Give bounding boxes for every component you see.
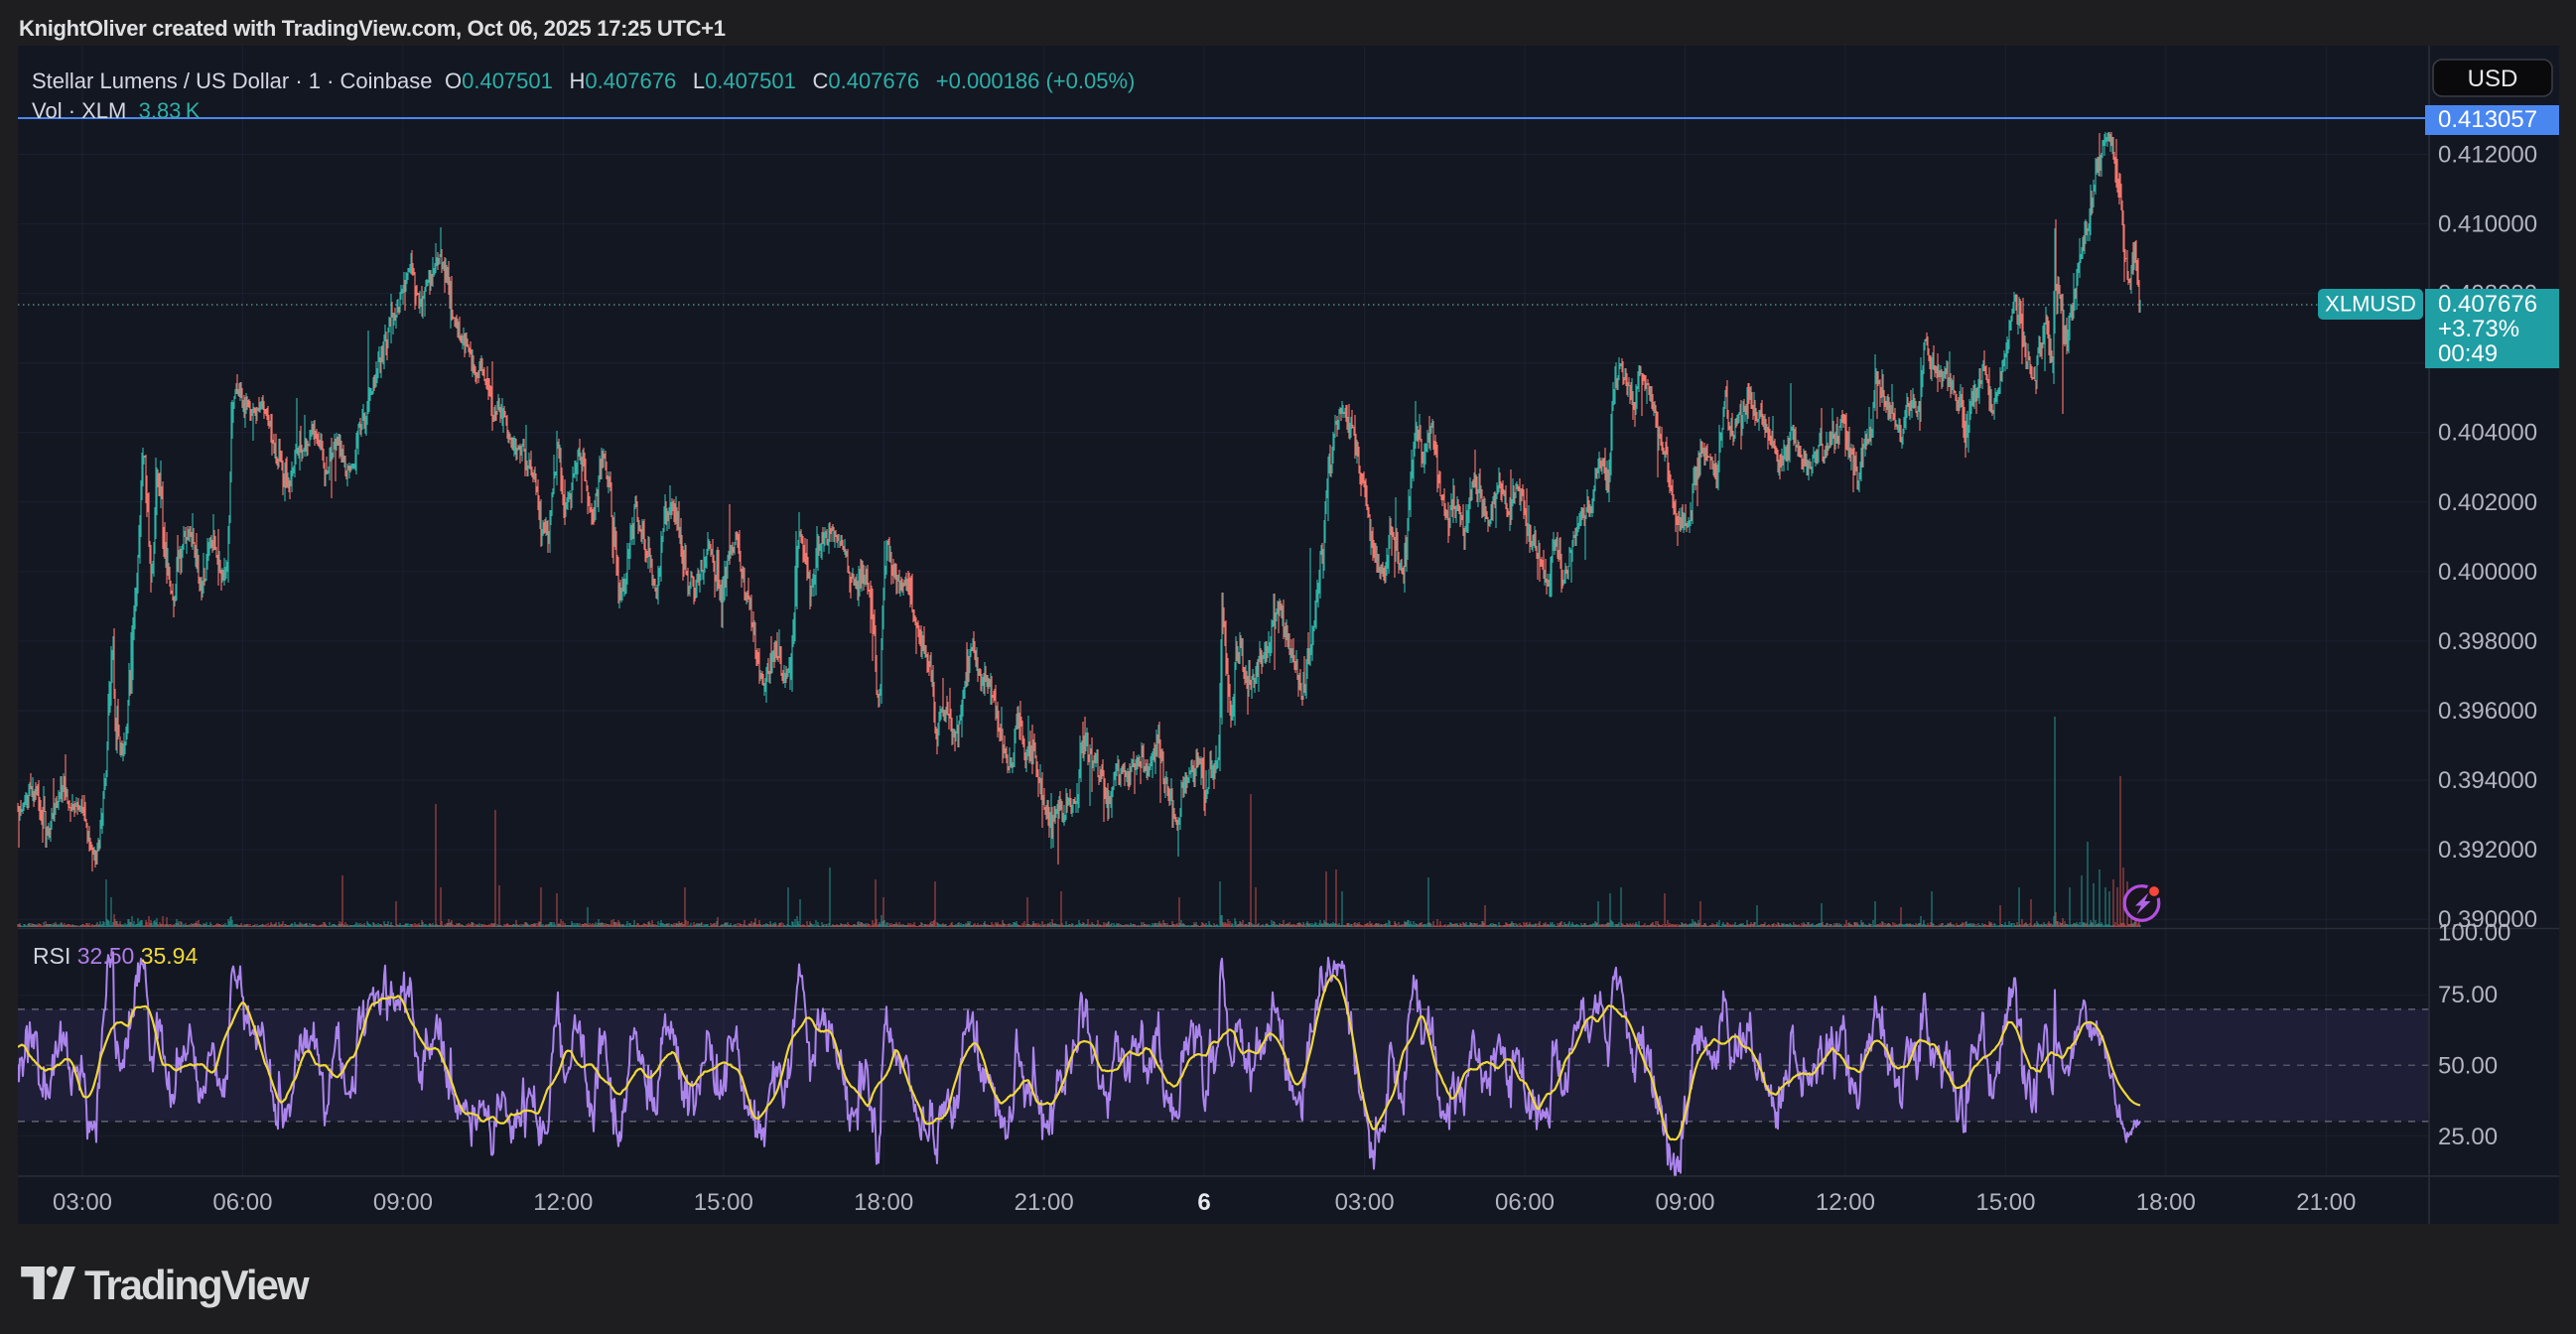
- svg-text:0.396000: 0.396000: [2438, 698, 2537, 725]
- svg-text:25.00: 25.00: [2438, 1124, 2498, 1150]
- svg-text:0.410000: 0.410000: [2438, 211, 2537, 238]
- svg-text:15:00: 15:00: [694, 1189, 753, 1216]
- svg-text:O0.407501 H0.407676 L0.407: O0.407501 H0.407676 L0.407501 C0.407676 …: [445, 68, 1135, 93]
- svg-text:USD: USD: [2468, 66, 2518, 92]
- svg-text:+3.73%: +3.73%: [2438, 316, 2519, 342]
- svg-text:12:00: 12:00: [1816, 1189, 1875, 1216]
- svg-text:21:00: 21:00: [1015, 1189, 1074, 1216]
- svg-text:09:00: 09:00: [373, 1189, 433, 1216]
- svg-text:18:00: 18:00: [2136, 1189, 2196, 1216]
- svg-text:21:00: 21:00: [2296, 1189, 2356, 1216]
- svg-text:0.398000: 0.398000: [2438, 628, 2537, 655]
- svg-text:0.404000: 0.404000: [2438, 420, 2537, 447]
- svg-text:75.00: 75.00: [2438, 982, 2498, 1008]
- svg-text:09:00: 09:00: [1655, 1189, 1714, 1216]
- svg-text:15:00: 15:00: [1975, 1189, 2035, 1216]
- svg-text:Stellar Lumens / US Dollar · 1: Stellar Lumens / US Dollar · 1 · Coinbas…: [32, 68, 433, 93]
- svg-text:06:00: 06:00: [212, 1189, 272, 1216]
- svg-text:KnightOliver created with Trad: KnightOliver created with TradingView.co…: [19, 16, 726, 41]
- svg-text:0.392000: 0.392000: [2438, 837, 2537, 864]
- svg-text:0.407676: 0.407676: [2438, 291, 2537, 318]
- svg-text:12:00: 12:00: [533, 1189, 593, 1216]
- svg-text:00:49: 00:49: [2438, 340, 2498, 367]
- svg-text:03:00: 03:00: [53, 1189, 112, 1216]
- svg-text:0.412000: 0.412000: [2438, 142, 2537, 169]
- svg-text:18:00: 18:00: [854, 1189, 913, 1216]
- svg-text:Vol · XLM 3.83 K: Vol · XLM 3.83 K: [32, 98, 201, 123]
- svg-text:100.00: 100.00: [2438, 920, 2510, 947]
- svg-text:03:00: 03:00: [1335, 1189, 1395, 1216]
- svg-text:TradingView: TradingView: [84, 1262, 310, 1308]
- svg-text:50.00: 50.00: [2438, 1052, 2498, 1079]
- svg-text:6: 6: [1197, 1189, 1210, 1216]
- svg-text:RSI 32.50 35.94: RSI 32.50 35.94: [33, 943, 198, 969]
- svg-text:0.400000: 0.400000: [2438, 559, 2537, 586]
- svg-text:0.402000: 0.402000: [2438, 489, 2537, 516]
- svg-text:0.413057: 0.413057: [2438, 106, 2537, 133]
- svg-text:XLMUSD: XLMUSD: [2325, 292, 2416, 317]
- svg-text:06:00: 06:00: [1495, 1189, 1555, 1216]
- svg-text:0.394000: 0.394000: [2438, 767, 2537, 794]
